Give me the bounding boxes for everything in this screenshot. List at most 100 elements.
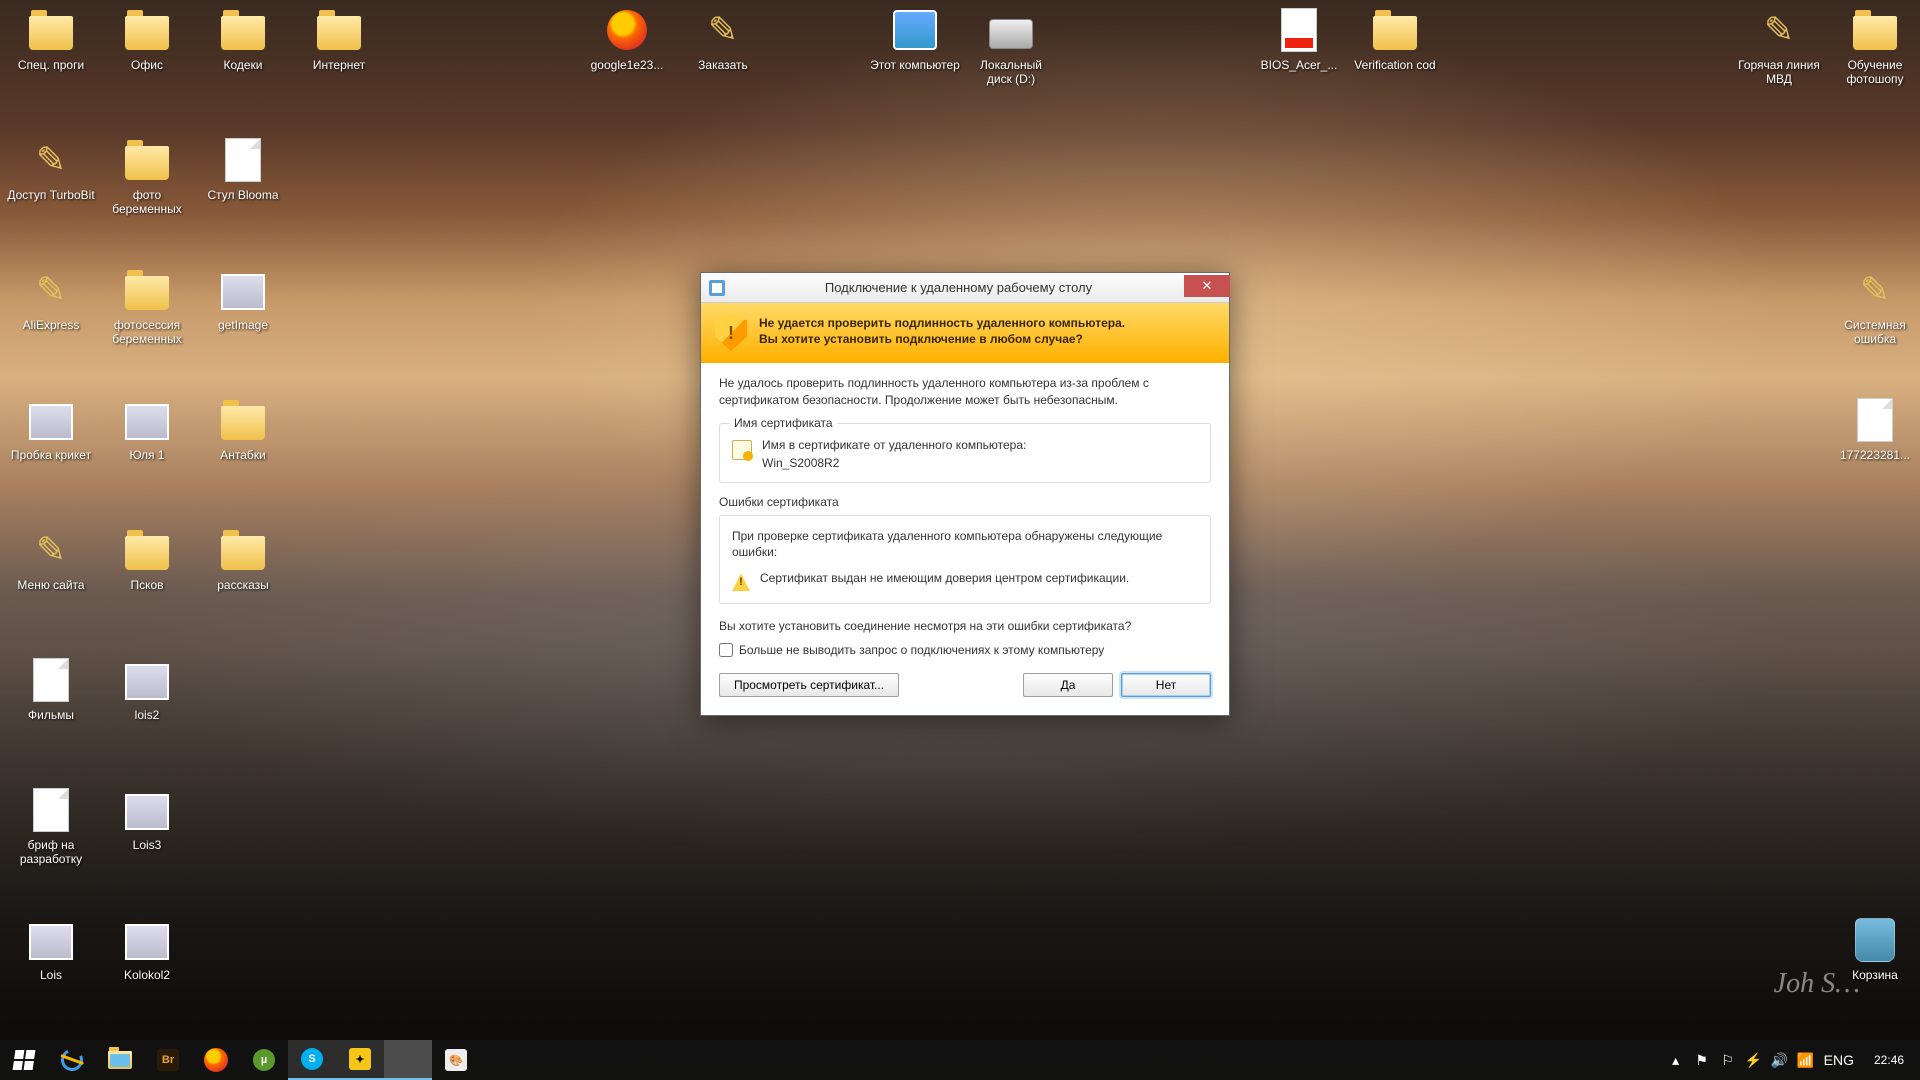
no-button[interactable]: Нет: [1121, 673, 1211, 697]
desktop-icon[interactable]: рассказы: [196, 526, 290, 592]
desktop-icon[interactable]: ✎AliExpress: [4, 266, 98, 332]
desktop-icon[interactable]: фото беременных: [100, 136, 194, 216]
desktop-icon[interactable]: бриф на разработку: [4, 786, 98, 866]
tray-volume-icon[interactable]: 🔊: [1772, 1052, 1788, 1069]
desktop-icon[interactable]: Фильмы: [4, 656, 98, 722]
tray-action-center-icon[interactable]: ⚐: [1720, 1052, 1736, 1069]
certificate-error-item: Сертификат выдан не имеющим доверия цент…: [760, 571, 1129, 585]
desktop-icon[interactable]: ✎ Заказать: [676, 6, 770, 72]
close-button[interactable]: ✕: [1184, 275, 1230, 297]
taskbar-paint[interactable]: 🎨: [432, 1040, 480, 1080]
img-icon: [221, 274, 265, 310]
taskbar-rdp[interactable]: [384, 1040, 432, 1080]
desktop-icon[interactable]: фотосессия беременных: [100, 266, 194, 346]
pdf-icon: [1281, 8, 1317, 52]
yes-button[interactable]: Да: [1023, 673, 1113, 697]
tray-show-hidden-icon[interactable]: ▴: [1668, 1052, 1684, 1069]
desktop-icon[interactable]: lois2: [100, 656, 194, 722]
desktop-icon-label: Обучение фотошопу: [1828, 58, 1920, 86]
desktop-icon-label: Антабки: [196, 448, 290, 462]
desktop-icon[interactable]: Кодеки: [196, 6, 290, 72]
start-button[interactable]: [0, 1040, 48, 1080]
desktop-icon-label: Kolokol2: [100, 968, 194, 982]
dialog-question: Вы хотите установить соединение несмотря…: [719, 618, 1211, 635]
desktop-icon[interactable]: Локальный диск (D:): [964, 6, 1058, 86]
img-icon: [125, 664, 169, 700]
file-icon: [1857, 398, 1893, 442]
note-icon: ✎: [708, 9, 738, 51]
folder-icon: [221, 406, 265, 440]
file-icon: [225, 138, 261, 182]
desktop-icon-label: AliExpress: [4, 318, 98, 332]
view-certificate-button[interactable]: Просмотреть сертификат...: [719, 673, 899, 697]
taskbar-firefox[interactable]: [192, 1040, 240, 1080]
desktop-icon-label: Офис: [100, 58, 194, 72]
img-icon: [29, 924, 73, 960]
rdp-certificate-warning-dialog: Подключение к удаленному рабочему столу …: [700, 272, 1230, 716]
img-icon: [29, 404, 73, 440]
dialog-titlebar[interactable]: Подключение к удаленному рабочему столу …: [701, 273, 1229, 303]
desktop-icon-label: фотосессия беременных: [100, 318, 194, 346]
desktop-icon[interactable]: ✎Системная ошибка: [1828, 266, 1920, 346]
desktop-icon[interactable]: Псков: [100, 526, 194, 592]
desktop-icon[interactable]: Интернет: [292, 6, 386, 72]
folder-icon: [125, 146, 169, 180]
desktop-icon-label: бриф на разработку: [4, 838, 98, 866]
close-icon: ✕: [1202, 278, 1213, 294]
tray-security-icon[interactable]: ⚑: [1694, 1052, 1710, 1069]
desktop-icon[interactable]: Обучение фотошопу: [1828, 6, 1920, 86]
desktop-icon[interactable]: Этот компьютер: [868, 6, 962, 72]
desktop-icon[interactable]: Lois3: [100, 786, 194, 852]
desktop-icon-label: Пробка крикет: [4, 448, 98, 462]
taskbar-bridge[interactable]: Br: [144, 1040, 192, 1080]
taskbar-utorrent[interactable]: µ: [240, 1040, 288, 1080]
desktop-icon[interactable]: Антабки: [196, 396, 290, 462]
dont-ask-again-input[interactable]: [719, 643, 733, 657]
desktop-icon[interactable]: ✎Горячая линия МВД: [1732, 6, 1826, 86]
desktop-icon[interactable]: Verification cod: [1348, 6, 1442, 72]
desktop-icon[interactable]: Юля 1: [100, 396, 194, 462]
dont-ask-again-checkbox[interactable]: Больше не выводить запрос о подключениях…: [719, 643, 1211, 657]
taskbar-ie[interactable]: [48, 1040, 96, 1080]
img-icon: [125, 794, 169, 830]
desktop-icon-label: Фильмы: [4, 708, 98, 722]
desktop-icon[interactable]: ✎Меню сайта: [4, 526, 98, 592]
firefox-icon: [204, 1048, 228, 1072]
desktop-icon-label: Юля 1: [100, 448, 194, 462]
drive-icon: [989, 19, 1033, 49]
dont-ask-again-label: Больше не выводить запрос о подключениях…: [739, 643, 1104, 657]
paint-icon: 🎨: [445, 1049, 467, 1071]
desktop-icon[interactable]: Пробка крикет: [4, 396, 98, 462]
rdp-icon: [398, 1049, 418, 1069]
desktop-icon-label: Заказать: [676, 58, 770, 72]
desktop-icon[interactable]: Офис: [100, 6, 194, 72]
tray-language[interactable]: ENG: [1824, 1052, 1854, 1068]
taskbar-app-yellow[interactable]: ✦: [336, 1040, 384, 1080]
img-icon: [125, 404, 169, 440]
desktop-icon-label: google1e23...: [580, 58, 674, 72]
desktop-icon-label: BIOS_Acer_...: [1252, 58, 1346, 72]
desktop-icon[interactable]: Lois: [4, 916, 98, 982]
taskbar-clock[interactable]: 22:46: [1864, 1053, 1914, 1067]
tray-network-icon[interactable]: 📶: [1798, 1052, 1814, 1069]
windows-logo-icon: [13, 1050, 36, 1070]
tray-power-icon[interactable]: ⚡: [1746, 1052, 1762, 1069]
taskbar-explorer[interactable]: [96, 1040, 144, 1080]
desktop-icon[interactable]: BIOS_Acer_...: [1252, 6, 1346, 72]
desktop-icon[interactable]: getImage: [196, 266, 290, 332]
desktop-icon[interactable]: google1e23...: [580, 6, 674, 72]
folder-icon: [221, 16, 265, 50]
taskbar-skype[interactable]: S: [288, 1040, 336, 1080]
desktop-icon-label: Стул Blooma: [196, 188, 290, 202]
desktop-icon[interactable]: 177223281...: [1828, 396, 1920, 462]
desktop-icon[interactable]: Kolokol2: [100, 916, 194, 982]
desktop-icon-label: Системная ошибка: [1828, 318, 1920, 346]
desktop-icon[interactable]: Стул Blooma: [196, 136, 290, 202]
bat-icon: ✦: [349, 1048, 371, 1070]
desktop-icon-label: Lois: [4, 968, 98, 982]
desktop-icon[interactable]: Спец. проги: [4, 6, 98, 72]
skype-icon: S: [301, 1048, 323, 1070]
desktop-icon-label: Локальный диск (D:): [964, 58, 1058, 86]
desktop-icon[interactable]: ✎Доступ TurboBit: [4, 136, 98, 202]
desktop-icon[interactable]: Корзина: [1828, 916, 1920, 982]
